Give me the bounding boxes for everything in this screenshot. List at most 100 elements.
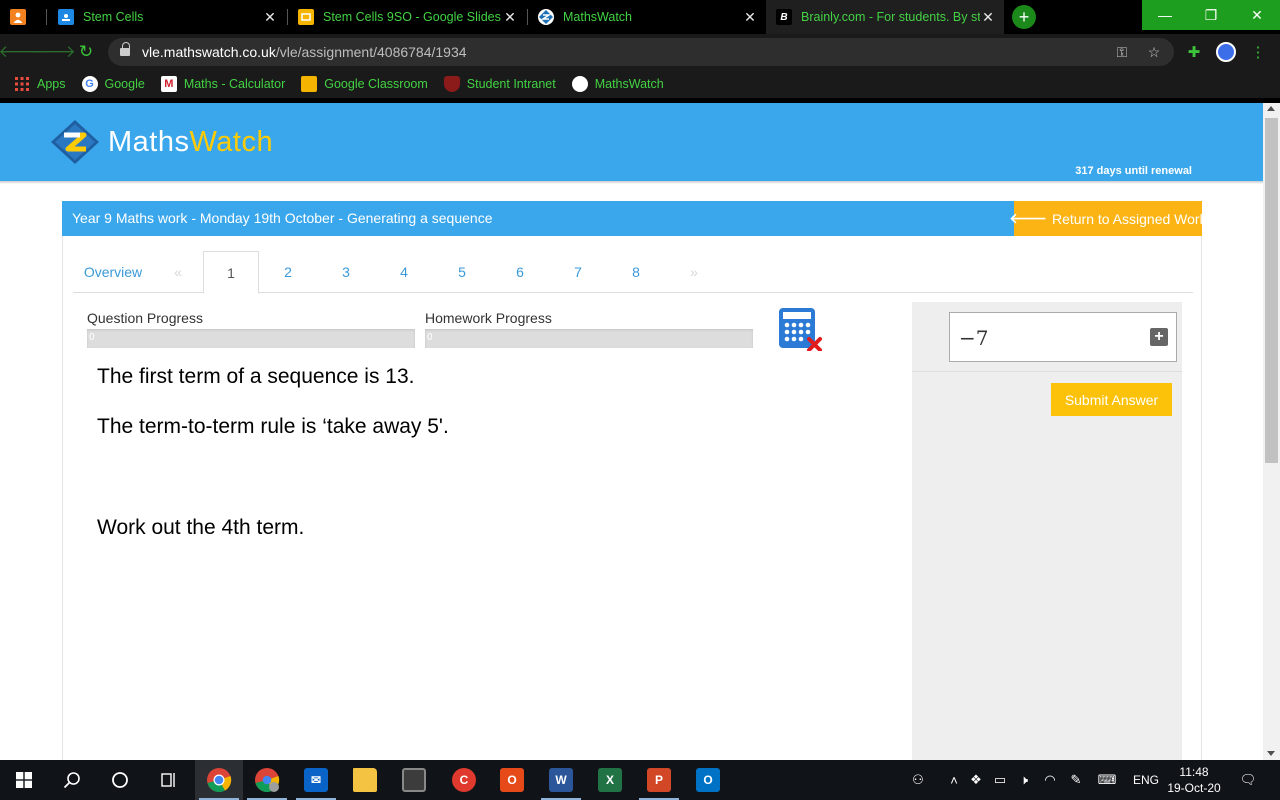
back-button[interactable]: 🡐 <box>0 41 44 63</box>
taskbar-word[interactable]: W <box>537 760 585 800</box>
return-to-assigned-work-button[interactable]: 🡐 Return to Assigned Work <box>1009 201 1207 236</box>
tab-question-2[interactable]: 2 <box>259 251 317 293</box>
bookmark-google-classroom[interactable]: Google Classroom <box>301 76 428 92</box>
excel-icon: X <box>598 768 622 792</box>
mathswatch-logo[interactable]: MathsWatch <box>50 119 273 165</box>
forward-button[interactable]: 🡒 <box>30 41 76 63</box>
close-tab-icon[interactable]: ✕ <box>742 9 758 26</box>
keyboard-icon[interactable]: ⌨ <box>1097 770 1117 790</box>
tab-overview[interactable]: Overview <box>73 251 153 293</box>
taskbar-store[interactable] <box>390 760 438 800</box>
office-icon: O <box>500 768 524 792</box>
windows-taskbar: ✉ C O W X P O ⚇ ˄ ❖ ▭ 🕨 ◠ ✎ ⌨ ENG 11:48 … <box>0 760 1280 800</box>
question-line-2: The term-to-term rule is ‘take away 5'. <box>97 415 449 438</box>
orange-person-icon <box>10 9 26 25</box>
tab-question-5[interactable]: 5 <box>433 251 491 293</box>
speaker-muted-icon[interactable]: 🕨 <box>1014 770 1034 790</box>
return-label: Return to Assigned Work <box>1051 210 1207 227</box>
tab-question-7[interactable]: 7 <box>549 251 607 293</box>
start-button[interactable] <box>0 760 48 800</box>
taskbar-powerpoint[interactable]: P <box>635 760 683 800</box>
extensions-puzzle-icon[interactable]: ✚ <box>1184 42 1204 62</box>
bookmark-label: Student Intranet <box>466 77 556 91</box>
tab-title: MathsWatch <box>563 10 633 24</box>
tab-question-6[interactable]: 6 <box>491 251 549 293</box>
close-tab-icon[interactable]: ✕ <box>262 9 278 26</box>
taskbar-outlook[interactable]: O <box>684 760 732 800</box>
scroll-down-icon[interactable] <box>1267 751 1275 756</box>
clock-date: 19-Oct-20 <box>1167 781 1221 795</box>
new-tab-button[interactable]: + <box>1012 5 1036 29</box>
browser-tab-stem-cells[interactable]: Stem Cells ✕ <box>48 0 286 34</box>
taskbar-ccleaner[interactable]: C <box>440 760 488 800</box>
submit-answer-button[interactable]: Submit Answer <box>1051 383 1172 416</box>
search-button[interactable] <box>48 760 96 800</box>
close-window-button[interactable]: ✕ <box>1234 0 1280 30</box>
clock[interactable]: 11:48 19-Oct-20 <box>1166 764 1222 796</box>
search-icon <box>63 772 80 789</box>
lock-icon <box>120 42 130 57</box>
add-answer-plus-icon[interactable]: + <box>1150 328 1168 346</box>
maths-calculator-icon: M <box>160 76 177 92</box>
bookmark-apps[interactable]: Apps <box>14 76 66 92</box>
close-tab-icon[interactable]: ✕ <box>502 9 518 26</box>
browser-tab-google-slides[interactable]: Stem Cells 9SO - Google Slides ✕ <box>288 0 526 34</box>
minimize-window-button[interactable]: — <box>1142 0 1188 30</box>
bookmark-label: Apps <box>37 77 66 91</box>
tab-question-1[interactable]: 1 <box>203 251 259 294</box>
close-tab-icon[interactable]: ✕ <box>980 9 996 26</box>
tab-question-8[interactable]: 8 <box>607 251 665 293</box>
pen-icon[interactable]: ✎ <box>1066 770 1086 790</box>
restore-window-button[interactable]: ❐ <box>1188 0 1234 30</box>
bookmark-google[interactable]: G Google <box>81 76 145 92</box>
student-intranet-icon <box>443 76 460 92</box>
taskbar-file-explorer[interactable] <box>341 760 389 800</box>
taskbar-chrome-2[interactable] <box>243 760 291 800</box>
outlook-icon: O <box>696 768 720 792</box>
bookmark-maths-calculator[interactable]: M Maths - Calculator <box>160 76 285 92</box>
dropbox-icon[interactable]: ❖ <box>966 770 986 790</box>
question-content: Overview « 1 2 3 4 5 6 7 8 » Question Pr… <box>62 236 1202 760</box>
no-calculator-icon <box>779 308 822 351</box>
notifications-icon[interactable]: 🗨 <box>1238 770 1258 790</box>
taskbar-office[interactable]: O <box>488 760 536 800</box>
cortana-button[interactable] <box>96 760 144 800</box>
assignment-title-bar: Year 9 Maths work - Monday 19th October … <box>62 201 1207 236</box>
mathswatch-icon <box>538 9 554 25</box>
browser-tab-0[interactable] <box>0 0 46 34</box>
windows-logo-icon <box>16 772 32 788</box>
wifi-icon[interactable]: ◠ <box>1040 770 1060 790</box>
homework-progress-value: 0 <box>427 332 433 343</box>
key-icon[interactable]: ⚿ <box>1114 44 1130 60</box>
bookmark-star-icon[interactable]: ☆ <box>1146 44 1162 60</box>
tab-question-3[interactable]: 3 <box>317 251 375 293</box>
profile-avatar[interactable] <box>1216 42 1236 62</box>
address-bar[interactable]: vle.mathswatch.co.uk/vle/assignment/4086… <box>108 38 1174 66</box>
task-view-button[interactable] <box>144 760 192 800</box>
bookmark-student-intranet[interactable]: Student Intranet <box>443 76 556 92</box>
taskbar-excel[interactable]: X <box>586 760 634 800</box>
question-progress-value: 0 <box>89 332 95 343</box>
scrollbar-thumb[interactable] <box>1265 118 1278 463</box>
people-icon[interactable]: ⚇ <box>908 770 928 790</box>
renewal-notice: 317 days until renewal <box>1075 165 1192 177</box>
page-scrollbar[interactable] <box>1263 103 1280 760</box>
browser-tab-brainly[interactable]: B Brainly.com - For students. By stu ✕ <box>766 0 1004 34</box>
reload-button[interactable]: ↻ <box>75 41 97 63</box>
more-menu-icon[interactable]: ⋮ <box>1248 42 1268 62</box>
tab-question-4[interactable]: 4 <box>375 251 433 293</box>
bookmark-mathswatch[interactable]: MathsWatch <box>571 76 664 92</box>
tab-title: Brainly.com - For students. By stu <box>801 10 980 24</box>
taskbar-chrome[interactable] <box>195 760 243 800</box>
answer-panel: −7 + Submit Answer <box>912 302 1182 760</box>
tab-title: Stem Cells 9SO - Google Slides <box>323 10 501 24</box>
answer-input-area: −7 + <box>912 302 1182 372</box>
answer-input[interactable]: −7 + <box>949 312 1177 362</box>
browser-toolbar: 🡐 🡒 ↻ vle.mathswatch.co.uk/vle/assignmen… <box>0 34 1280 70</box>
show-hidden-icons-chevron-icon[interactable]: ˄ <box>944 770 964 790</box>
browser-tab-mathswatch[interactable]: MathsWatch ✕ <box>528 0 766 34</box>
scroll-up-icon[interactable] <box>1267 106 1275 111</box>
battery-icon[interactable]: ▭ <box>990 770 1010 790</box>
taskbar-mail[interactable]: ✉ <box>292 760 340 800</box>
input-language[interactable]: ENG <box>1133 773 1159 787</box>
